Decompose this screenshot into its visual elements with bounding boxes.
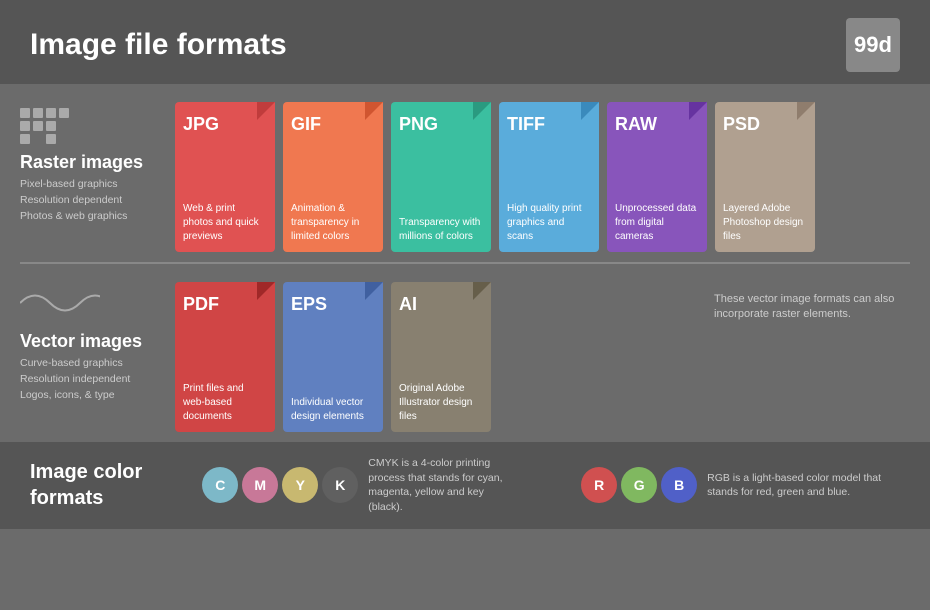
dot (46, 121, 56, 131)
circle-c: C (202, 467, 238, 503)
circle-b: B (661, 467, 697, 503)
dot (20, 121, 30, 131)
card-desc: Print files and web-based documents (183, 382, 267, 424)
card-fold (689, 102, 707, 120)
rgb-circles: RGB (581, 467, 697, 503)
dot (46, 134, 56, 144)
vector-section: Vector images Curve-based graphicsResolu… (0, 264, 930, 442)
card-label: JPG (183, 110, 267, 135)
file-card-ai: AI Original Adobe Illustrator design file… (391, 282, 491, 432)
file-card-tiff: TIFF High quality print graphics and scan… (499, 102, 599, 252)
card-desc: Original Adobe Illustrator design files (399, 382, 483, 424)
raster-desc: Pixel-based graphicsResolution dependent… (20, 177, 155, 224)
card-desc: Animation & transparency in limited colo… (291, 202, 375, 244)
vector-desc: Curve-based graphicsResolution independe… (20, 356, 155, 403)
card-label: PSD (723, 110, 807, 135)
file-card-gif: GIF Animation & transparency in limited c… (283, 102, 383, 252)
card-fold (581, 102, 599, 120)
card-label: TIFF (507, 110, 591, 135)
file-card-eps: EPS Individual vector design elements (283, 282, 383, 432)
card-desc: Web & print photos and quick previews (183, 202, 267, 244)
circle-m: M (242, 467, 278, 503)
rgb-model: RGB RGB is a light-based color model tha… (581, 467, 900, 503)
logo-99d: 99d (846, 18, 900, 72)
card-fold (257, 102, 275, 120)
dot (59, 108, 69, 118)
dot (59, 121, 69, 131)
card-fold (257, 282, 275, 300)
dot (33, 134, 43, 144)
raster-cards: JPG Web & print photos and quick previews… (175, 102, 910, 252)
card-fold (365, 282, 383, 300)
wave-icon (20, 288, 100, 318)
raster-icon (20, 108, 155, 144)
header: Image file formats 99d (0, 0, 930, 84)
card-fold (473, 102, 491, 120)
file-card-png: PNG Transparency with millions of colors (391, 102, 491, 252)
card-label: PNG (399, 110, 483, 135)
page-title: Image file formats (30, 28, 287, 62)
circle-k: K (322, 467, 358, 503)
vector-note: These vector image formats can also inco… (710, 282, 910, 323)
rgb-desc: RGB is a light-based color model that st… (707, 471, 887, 500)
color-section: Image colorformats CMYK CMYK is a 4-colo… (0, 442, 930, 529)
card-desc: Unprocessed data from digital cameras (615, 202, 699, 244)
raster-label: Raster images Pixel-based graphicsResolu… (20, 102, 165, 224)
cmyk-desc: CMYK is a 4-color printing process that … (368, 456, 521, 515)
color-formats-title: Image colorformats (30, 459, 142, 511)
card-desc: Individual vector design elements (291, 396, 375, 424)
vector-title: Vector images (20, 331, 155, 352)
dot (59, 134, 69, 144)
card-fold (473, 282, 491, 300)
vector-label: Vector images Curve-based graphicsResolu… (20, 282, 165, 403)
file-card-raw: RAW Unprocessed data from digital cameras (607, 102, 707, 252)
card-label: RAW (615, 110, 699, 135)
card-label: AI (399, 290, 483, 315)
card-fold (797, 102, 815, 120)
dot (33, 121, 43, 131)
raster-title: Raster images (20, 152, 155, 173)
file-card-psd: PSD Layered Adobe Photoshop design files (715, 102, 815, 252)
file-card-jpg: JPG Web & print photos and quick previews (175, 102, 275, 252)
circle-y: Y (282, 467, 318, 503)
dot (46, 108, 56, 118)
card-label: PDF (183, 290, 267, 315)
card-fold (365, 102, 383, 120)
circle-g: G (621, 467, 657, 503)
card-label: EPS (291, 290, 375, 315)
cmyk-model: CMYK CMYK is a 4-color printing process … (202, 456, 521, 515)
card-desc: High quality print graphics and scans (507, 202, 591, 244)
file-card-pdf: PDF Print files and web-based documents (175, 282, 275, 432)
raster-section: Raster images Pixel-based graphicsResolu… (0, 84, 930, 262)
card-label: GIF (291, 110, 375, 135)
dot (33, 108, 43, 118)
card-desc: Layered Adobe Photoshop design files (723, 202, 807, 244)
dot (20, 134, 30, 144)
vector-cards: PDF Print files and web-based documents EP… (175, 282, 700, 432)
card-desc: Transparency with millions of colors (399, 216, 483, 244)
dot (20, 108, 30, 118)
circle-r: R (581, 467, 617, 503)
cmyk-circles: CMYK (202, 467, 358, 503)
